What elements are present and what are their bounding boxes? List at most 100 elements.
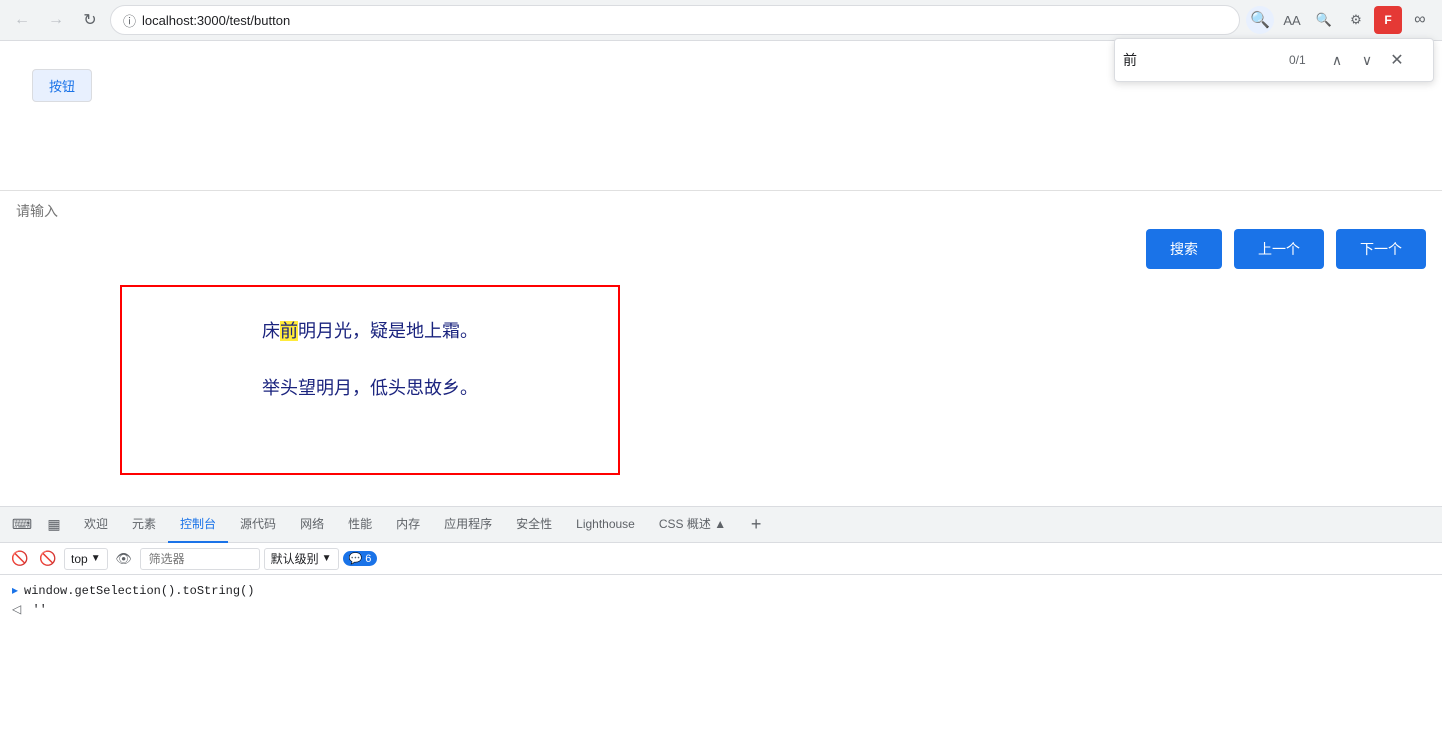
console-arrow-icon[interactable]: ▸	[12, 583, 18, 598]
reload-icon: ↻	[83, 10, 96, 30]
next-button[interactable]: 下一个	[1336, 229, 1426, 269]
address-bar-container: ⓘ	[110, 5, 1240, 35]
find-input[interactable]	[1123, 52, 1283, 68]
console-result-text: ''	[32, 603, 46, 617]
search-input[interactable]	[16, 203, 1426, 219]
back-button[interactable]: ←	[8, 6, 36, 34]
tab-performance-label: 性能	[348, 515, 372, 532]
action-buttons-row: 搜索 上一个 下一个	[0, 221, 1442, 277]
clear-icon: 🚫	[11, 550, 28, 567]
poem-line-1: 床前明月光，疑是地上霜。	[162, 317, 578, 346]
tab-network-label: 网络	[300, 515, 324, 532]
tab-sources[interactable]: 源代码	[228, 507, 288, 543]
zoom-button[interactable]: 🔍	[1310, 6, 1338, 34]
chevron-up-icon: ∧	[1332, 52, 1342, 69]
devtools-tabs: ⌨ ▦ 欢迎 元素 控制台 源代码 网络 性能 内存 应用程序 安全性	[0, 507, 1442, 543]
tab-network[interactable]: 网络	[288, 507, 336, 543]
back-icon: ←	[14, 11, 30, 29]
context-selector[interactable]: top ▼	[64, 548, 108, 570]
console-line-2: ◁ ''	[12, 600, 1430, 619]
toolbar-right: 🔍 A​A 🔍 ⚙ F ∞ 0/1 ∧	[1246, 6, 1434, 34]
tab-elements-label: 元素	[132, 515, 156, 532]
tab-performance[interactable]: 性能	[336, 507, 384, 543]
message-count-badge[interactable]: 💬 6	[343, 551, 378, 566]
more-icon: ∞	[1414, 11, 1425, 29]
tab-css-overview[interactable]: CSS 概述 ▲	[647, 507, 738, 543]
plus-icon: +	[751, 514, 762, 535]
filter-input[interactable]	[140, 548, 260, 570]
font-icon: A​A	[1283, 13, 1300, 28]
context-dropdown-icon: ▼	[91, 553, 101, 564]
tab-security[interactable]: 安全性	[504, 507, 564, 543]
reload-button[interactable]: ↻	[76, 6, 104, 34]
level-dropdown-icon: ▼	[322, 553, 332, 564]
eye-icon: 👁	[115, 551, 132, 567]
tab-security-label: 安全性	[516, 515, 552, 532]
more-button[interactable]: ∞	[1406, 6, 1434, 34]
clear-console-button[interactable]: 🚫	[8, 547, 32, 571]
eye-button[interactable]: 👁	[112, 547, 136, 571]
device-toolbar-button[interactable]: ⌨	[8, 511, 36, 539]
font-button[interactable]: A​A	[1278, 6, 1306, 34]
tab-application-label: 应用程序	[444, 515, 492, 532]
browser-chrome: ← → ↻ ⓘ 🔍 A​A 🔍 ⚙	[0, 0, 1442, 41]
tab-memory-label: 内存	[396, 515, 420, 532]
find-bar: 0/1 ∧ ∨ ✕	[1114, 38, 1434, 82]
chevron-down-icon: ∨	[1362, 52, 1372, 69]
prev-button[interactable]: 上一个	[1234, 229, 1324, 269]
level-label: 默认级别	[271, 550, 319, 567]
context-label: top	[71, 552, 88, 566]
tab-lighthouse[interactable]: Lighthouse	[564, 507, 647, 543]
settings-button[interactable]: ⚙	[1342, 6, 1370, 34]
poem-container: 床前明月光，疑是地上霜。 举头望明月，低头思故乡。	[120, 285, 620, 475]
browser-toolbar: ← → ↻ ⓘ 🔍 A​A 🔍 ⚙	[0, 0, 1442, 40]
find-count: 0/1	[1289, 53, 1319, 67]
address-bar[interactable]	[142, 13, 1227, 28]
console-line-1: ▸ window.getSelection().toString()	[12, 581, 1430, 600]
poem-prefix: 床	[262, 321, 280, 341]
profile-icon: F	[1384, 13, 1391, 27]
message-count: 6	[365, 553, 371, 565]
tab-elements[interactable]: 元素	[120, 507, 168, 543]
find-prev-button[interactable]: ∧	[1325, 48, 1349, 72]
page-button[interactable]: 按钮	[32, 69, 92, 102]
zoom-icon: 🔍	[1316, 12, 1332, 28]
find-next-button[interactable]: ∨	[1355, 48, 1379, 72]
tab-console-label: 控制台	[180, 515, 216, 532]
settings-icon: ⚙	[1350, 12, 1362, 28]
poem-line-2: 举头望明月，低头思故乡。	[162, 374, 578, 403]
mobile-icon: ⌨	[12, 516, 32, 533]
devtools-panel: ⌨ ▦ 欢迎 元素 控制台 源代码 网络 性能 内存 应用程序 安全性	[0, 506, 1442, 734]
console-toolbar: 🚫 🚫 top ▼ 👁 默认级别 ▼ 💬 6	[0, 543, 1442, 575]
tab-sources-label: 源代码	[240, 515, 276, 532]
console-output: ▸ window.getSelection().toString() ◁ ''	[0, 575, 1442, 625]
message-icon: 💬	[349, 552, 363, 565]
level-selector[interactable]: 默认级别 ▼	[264, 548, 339, 570]
add-tab-button[interactable]: +	[742, 511, 770, 539]
console-code-text: window.getSelection().toString()	[24, 584, 254, 598]
forward-button[interactable]: →	[42, 6, 70, 34]
find-close-button[interactable]: ✕	[1385, 48, 1409, 72]
tab-welcome[interactable]: 欢迎	[72, 507, 120, 543]
no-issues-button[interactable]: 🚫	[36, 547, 60, 571]
tab-css-overview-label: CSS 概述 ▲	[659, 515, 726, 532]
profile-button[interactable]: F	[1374, 6, 1402, 34]
poem-highlight: 前	[280, 321, 298, 341]
info-icon: ⓘ	[123, 11, 136, 30]
find-icon: 🔍	[1250, 10, 1270, 30]
tab-console[interactable]: 控制台	[168, 507, 228, 543]
tab-lighthouse-label: Lighthouse	[576, 517, 635, 531]
inspect-button[interactable]: ▦	[40, 511, 68, 539]
page-content-area: 按钮 搜索 上一个 下一个 床前明月光，疑是地上霜。 举头望明月，低头思故乡。	[0, 41, 1442, 506]
tab-memory[interactable]: 内存	[384, 507, 432, 543]
forward-icon: →	[48, 11, 64, 29]
tab-welcome-label: 欢迎	[84, 515, 108, 532]
tab-application[interactable]: 应用程序	[432, 507, 504, 543]
find-button[interactable]: 🔍	[1246, 6, 1274, 34]
search-button[interactable]: 搜索	[1146, 229, 1222, 269]
no-issues-icon: 🚫	[39, 550, 56, 567]
console-result-arrow: ◁	[12, 603, 21, 617]
poem-suffix: 明月光，疑是地上霜。	[298, 321, 478, 341]
inspect-icon: ▦	[47, 516, 60, 533]
close-icon: ✕	[1390, 50, 1403, 70]
